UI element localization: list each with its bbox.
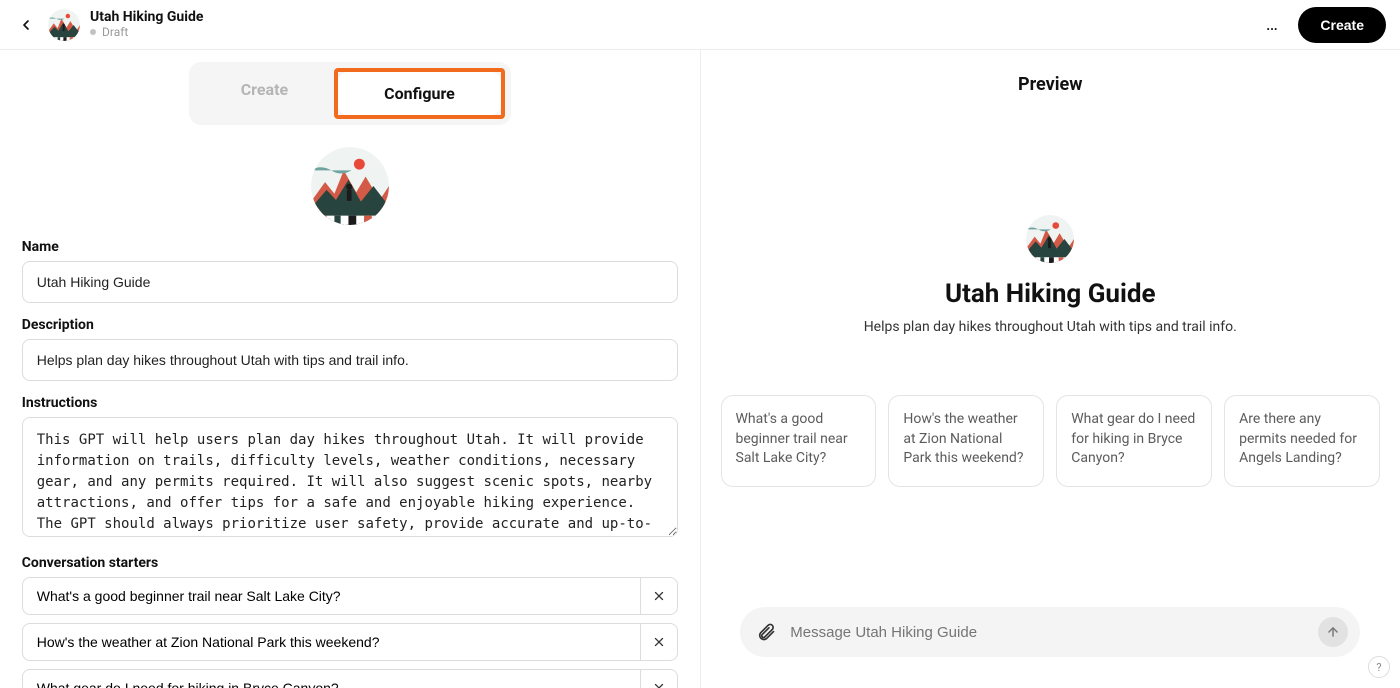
gpt-avatar-picker[interactable]: [311, 147, 389, 225]
paperclip-icon: [756, 622, 776, 642]
prompt-card[interactable]: Are there any permits needed for Angels …: [1224, 395, 1380, 487]
more-menu-button[interactable]: …: [1258, 11, 1286, 39]
ellipsis-icon: …: [1266, 14, 1279, 35]
chat-input-bar: [740, 607, 1360, 657]
configure-pane: Create Configure Name Description Instru…: [0, 50, 701, 688]
tabs: Create Configure: [22, 62, 678, 125]
help-button[interactable]: ?: [1368, 656, 1390, 678]
configure-highlight: Configure: [334, 68, 505, 119]
tab-create[interactable]: Create: [195, 68, 334, 119]
description-label: Description: [22, 317, 678, 333]
starter-row: [22, 669, 678, 688]
starter-input[interactable]: [22, 623, 640, 661]
hiking-logo-icon: [1026, 215, 1074, 263]
name-input[interactable]: [22, 261, 678, 303]
gpt-avatar-small[interactable]: [48, 9, 80, 41]
chevron-left-icon: [18, 17, 34, 33]
arrow-up-icon: [1326, 625, 1340, 639]
status-dot-icon: [90, 29, 96, 35]
starter-delete-button[interactable]: [640, 577, 678, 615]
instructions-label: Instructions: [22, 395, 678, 411]
header-left: Utah Hiking Guide Draft: [14, 9, 203, 41]
header-status-text: Draft: [102, 25, 128, 39]
preview-avatar: [1026, 215, 1074, 263]
hiking-logo-icon: [311, 147, 389, 225]
preview-heading: Preview: [701, 74, 1400, 95]
prompt-card[interactable]: How's the weather at Zion National Park …: [888, 395, 1044, 487]
prompt-card[interactable]: What gear do I need for hiking in Bryce …: [1056, 395, 1212, 487]
header-right: … Create: [1258, 7, 1386, 43]
preview-description: Helps plan day hikes throughout Utah wit…: [864, 319, 1237, 335]
back-button[interactable]: [14, 13, 38, 37]
description-input[interactable]: [22, 339, 678, 381]
name-label: Name: [22, 239, 678, 255]
attach-button[interactable]: [752, 618, 780, 646]
starters-label: Conversation starters: [22, 555, 678, 571]
header-title: Utah Hiking Guide: [90, 10, 203, 25]
preview-body: Utah Hiking Guide Helps plan day hikes t…: [701, 215, 1400, 657]
starter-delete-button[interactable]: [640, 669, 678, 688]
starter-row: [22, 623, 678, 661]
header-status: Draft: [90, 25, 203, 39]
starter-row: [22, 577, 678, 615]
close-icon: [653, 682, 665, 688]
starter-input[interactable]: [22, 669, 640, 688]
app-header: Utah Hiking Guide Draft … Create: [0, 0, 1400, 50]
starter-delete-button[interactable]: [640, 623, 678, 661]
prompt-card[interactable]: What's a good beginner trail near Salt L…: [721, 395, 877, 487]
tab-configure[interactable]: Configure: [338, 72, 501, 115]
send-button[interactable]: [1318, 617, 1348, 647]
preview-pane: Preview Utah Hiking Guide Helps plan day…: [701, 50, 1400, 688]
hiking-logo-icon: [48, 9, 80, 41]
create-button[interactable]: Create: [1298, 7, 1386, 43]
instructions-textarea[interactable]: [22, 417, 678, 537]
close-icon: [653, 636, 665, 648]
main-content: Create Configure Name Description Instru…: [0, 50, 1400, 688]
chat-input[interactable]: [790, 624, 1308, 641]
preview-title: Utah Hiking Guide: [945, 279, 1156, 309]
header-title-block: Utah Hiking Guide Draft: [90, 10, 203, 39]
starter-input[interactable]: [22, 577, 640, 615]
close-icon: [653, 590, 665, 602]
prompt-grid: What's a good beginner trail near Salt L…: [721, 395, 1381, 487]
